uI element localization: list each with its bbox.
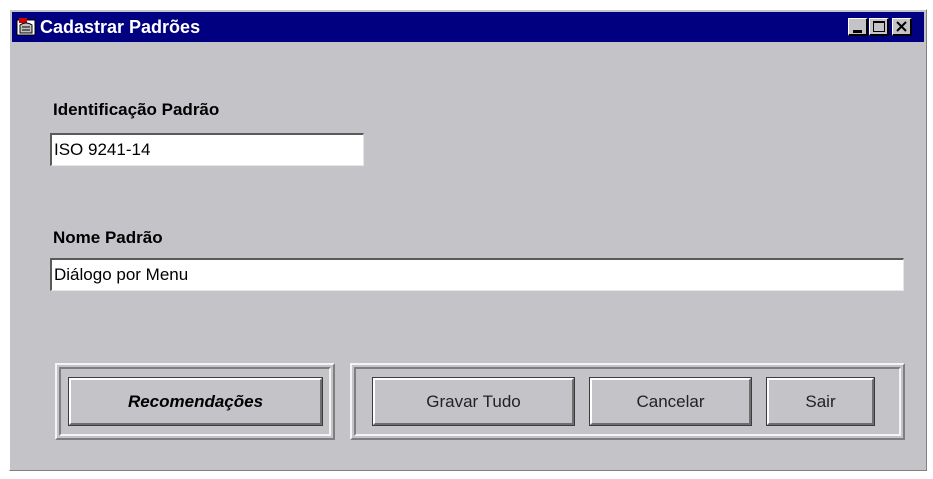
save-all-button[interactable]: Gravar Tudo [372, 377, 575, 426]
close-button[interactable] [892, 18, 912, 36]
title-bar[interactable]: Cadastrar Padrões [12, 12, 924, 42]
window-title: Cadastrar Padrões [40, 17, 201, 37]
minimize-icon [853, 30, 862, 33]
name-field[interactable]: Diálogo por Menu [50, 258, 904, 291]
cancel-button[interactable]: Cancelar [589, 377, 752, 426]
id-field[interactable]: ISO 9241-14 [50, 133, 364, 166]
dialog-window: Cadastrar Padrões Identificação Padrão I… [9, 9, 927, 471]
exit-button[interactable]: Sair [766, 377, 875, 426]
close-icon [896, 21, 907, 32]
recommendations-button[interactable]: Recomendações [68, 377, 323, 426]
name-label: Nome Padrão [53, 228, 163, 247]
minimize-button[interactable] [848, 18, 868, 36]
id-label: Identificação Padrão [53, 100, 220, 119]
maximize-icon [873, 21, 885, 32]
app-icon[interactable] [16, 17, 36, 37]
maximize-button[interactable] [869, 18, 889, 36]
